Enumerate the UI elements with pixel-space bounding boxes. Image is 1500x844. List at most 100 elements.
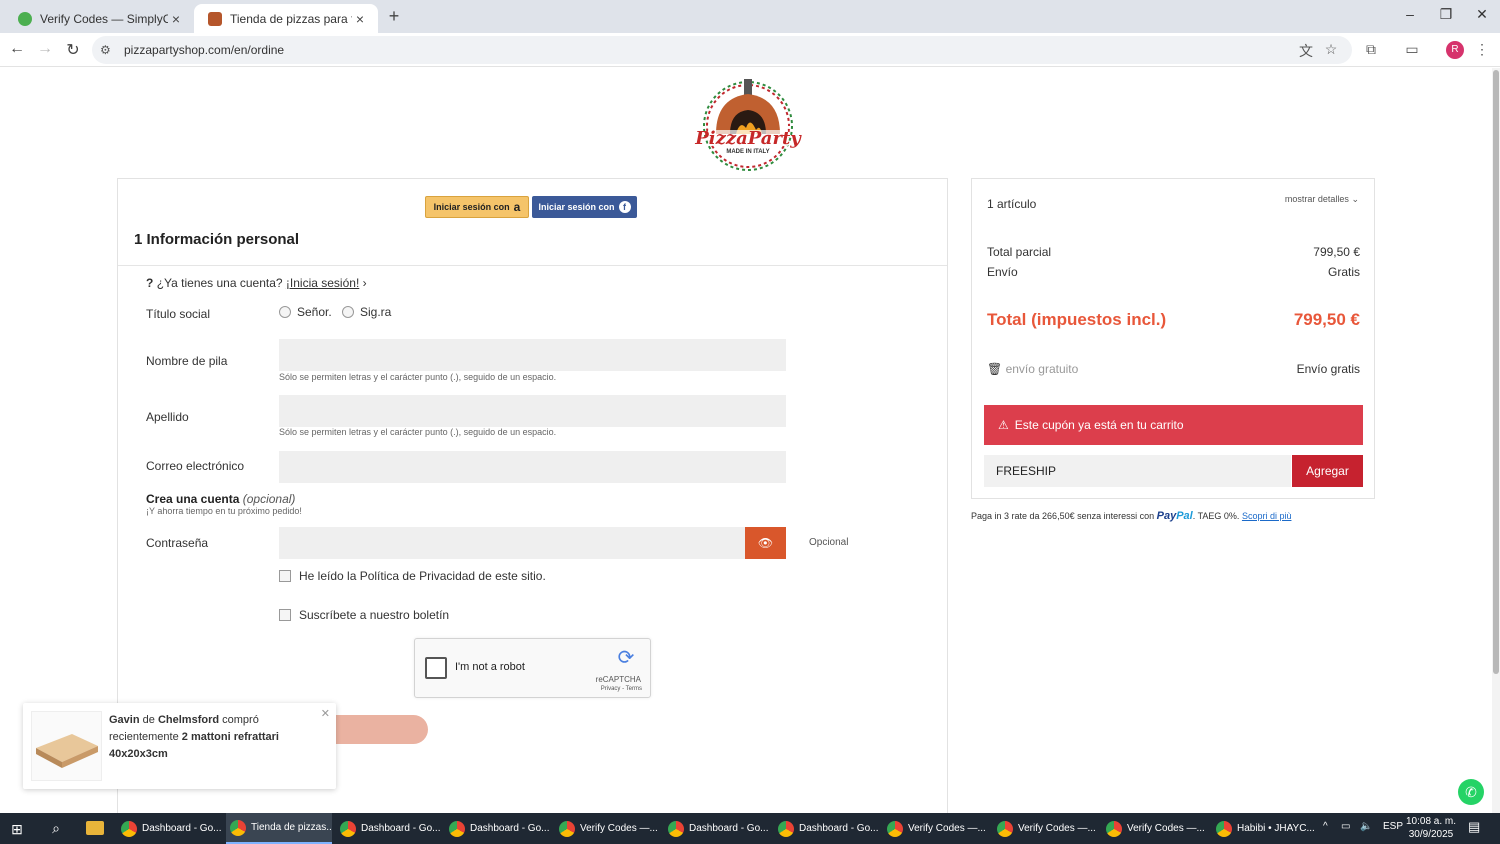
translate-icon[interactable]: 文 — [1296, 41, 1316, 61]
taskbar-app[interactable]: Verify Codes —... — [993, 813, 1099, 844]
taskbar-app[interactable]: Habibi • JHAYC... — [1212, 813, 1318, 844]
scrollbar-thumb[interactable] — [1493, 70, 1499, 674]
taskbar-app-label: Verify Codes —... — [908, 823, 986, 834]
radio-senor[interactable]: Señor. — [279, 305, 332, 319]
shipping-label: Envío — [987, 265, 1018, 279]
close-window-icon[interactable]: ✕ — [1467, 6, 1497, 23]
taskbar-app[interactable]: Dashboard - Go... — [336, 813, 442, 844]
privacy-checkbox[interactable] — [279, 570, 291, 582]
privacy-checkbox-row[interactable]: He leído la Política de Privacidad de es… — [279, 569, 546, 583]
windows-start-icon[interactable]: ⊞ — [8, 820, 26, 838]
paypal-learn-more-link[interactable]: Scopri di più — [1242, 511, 1292, 521]
paypal-taeg: . TAEG 0%. — [1192, 511, 1240, 521]
recaptcha-label: I'm not a robot — [455, 661, 525, 673]
login-link[interactable]: ¡Inicia sesión! — [286, 276, 359, 290]
shipping-value: Gratis — [1327, 265, 1360, 279]
pizza-party-logo[interactable]: PizzaParty MADE IN ITALY — [680, 76, 816, 172]
recaptcha-checkbox[interactable] — [425, 657, 447, 679]
site-info-icon[interactable]: ⚙ — [100, 43, 116, 57]
email-field[interactable] — [279, 451, 786, 483]
privacy-label: He leído la Política de Privacidad de es… — [299, 569, 546, 583]
paypal-logo-icon: PayPal — [1157, 510, 1193, 522]
network-icon[interactable]: ▭ — [1341, 821, 1350, 832]
file-explorer-icon[interactable] — [86, 821, 104, 835]
close-tab-icon[interactable]: × — [168, 11, 184, 27]
radio-circle[interactable] — [279, 306, 291, 318]
item-count: 1 artículo — [987, 197, 1037, 211]
chrome-icon — [230, 819, 246, 836]
media-icon[interactable]: ▭ — [1402, 41, 1422, 58]
pizza-favicon-icon — [208, 11, 222, 26]
extensions-icon[interactable]: ⧉ — [1361, 41, 1381, 58]
taskbar-app-label: Dashboard - Go... — [470, 823, 550, 834]
taskbar-app[interactable]: Tienda de pizzas... — [226, 813, 332, 844]
system-clock[interactable]: 10:08 a. m. 30/9/2025 — [1400, 815, 1462, 841]
chrome-icon — [778, 820, 794, 837]
password-field[interactable] — [279, 527, 745, 559]
first-name-field[interactable] — [279, 339, 786, 371]
product-image[interactable] — [31, 711, 102, 781]
forward-icon[interactable]: → — [35, 40, 55, 58]
last-name-label: Apellido — [146, 410, 189, 424]
subtotal-row: Total parcial 799,50 € — [987, 245, 1360, 259]
back-icon[interactable]: ← — [7, 40, 27, 58]
new-tab-icon[interactable]: + — [384, 6, 404, 27]
recaptcha-terms[interactable]: Privacy - Terms — [601, 686, 642, 692]
total-label: Total (impuestos incl.) — [987, 310, 1167, 329]
page-scrollbar[interactable] — [1492, 68, 1500, 813]
create-account-text: Crea una cuenta — [146, 492, 240, 506]
buyer-city: Chelmsford — [157, 714, 220, 726]
tray-chevron-up-icon[interactable]: ^ — [1323, 821, 1328, 832]
newsletter-checkbox[interactable] — [279, 609, 291, 621]
show-details-toggle[interactable]: mostrar detalles ⌄ — [1285, 194, 1359, 205]
facebook-login-button[interactable]: Iniciar sesión con f — [532, 196, 637, 218]
coupon-input[interactable]: FREESHIP — [984, 455, 1291, 487]
reload-icon[interactable]: ↻ — [63, 40, 83, 60]
paypal-text: Paga in 3 rate da 266,50€ senza interess… — [971, 511, 1155, 521]
taskbar-app[interactable]: Dashboard - Go... — [117, 813, 223, 844]
taskbar-app[interactable]: Verify Codes —... — [555, 813, 661, 844]
create-account-heading: Crea una cuenta (opcional) — [146, 492, 295, 506]
bookmark-star-icon[interactable]: ☆ — [1321, 41, 1341, 58]
menu-icon[interactable]: ⋮ — [1472, 41, 1492, 58]
facebook-icon: f — [618, 201, 631, 213]
tab-title: Tienda de pizzas para fiestas — [230, 11, 352, 26]
first-name-label: Nombre de pila — [146, 354, 228, 368]
newsletter-checkbox-row[interactable]: Suscríbete a nuestro boletín — [279, 608, 449, 622]
taskbar-app-label: Verify Codes —... — [1127, 823, 1205, 834]
paypal-installments: Paga in 3 rate da 266,50€ senza interess… — [971, 510, 1291, 522]
taskbar-app[interactable]: Verify Codes —... — [1102, 813, 1208, 844]
amazon-login-button[interactable]: Iniciar sesión con a — [425, 196, 529, 218]
taskbar-app[interactable]: Dashboard - Go... — [664, 813, 770, 844]
restore-icon[interactable]: ❐ — [1431, 6, 1461, 23]
recaptcha-logo-icon: ⟳ — [617, 647, 635, 669]
eye-icon: 👁 — [757, 536, 774, 550]
optional-label: Opcional — [809, 537, 849, 548]
url-text: pizzapartyshop.com/en/ordine — [124, 43, 285, 57]
trash-icon[interactable]: 🗑 — [987, 362, 1002, 376]
whatsapp-icon[interactable]: ✆ — [1458, 779, 1484, 805]
search-icon[interactable]: ⌕ — [46, 820, 66, 838]
radio-circle[interactable] — [342, 306, 354, 318]
profile-avatar[interactable]: R — [1446, 41, 1464, 59]
shipping-row: Envío Gratis — [987, 265, 1360, 279]
taskbar-app[interactable]: Verify Codes —... — [883, 813, 989, 844]
radio-signora[interactable]: Sig.ra — [342, 305, 391, 319]
add-coupon-button[interactable]: Agregar — [1292, 455, 1363, 487]
close-tab-icon[interactable]: × — [352, 11, 368, 27]
last-name-hint: Sólo se permiten letras y el carácter pu… — [279, 427, 557, 437]
close-popup-icon[interactable]: ✕ — [321, 707, 330, 720]
notifications-icon[interactable]: ▤ — [1468, 819, 1480, 835]
address-bar[interactable]: ⚙ pizzapartyshop.com/en/ordine — [92, 36, 1352, 64]
minimize-icon[interactable]: – — [1395, 6, 1425, 22]
tab-pizza-shop[interactable]: Tienda de pizzas para fiestas × — [194, 4, 378, 33]
last-name-field[interactable] — [279, 395, 786, 427]
total-value: 799,50 € — [1293, 310, 1360, 329]
volume-icon[interactable]: 🔈 — [1360, 821, 1372, 832]
taskbar-app[interactable]: Dashboard - Go... — [445, 813, 551, 844]
tab-verify-codes[interactable]: Verify Codes — SimplyCodes × — [4, 4, 194, 33]
taskbar-app[interactable]: Dashboard - Go... — [774, 813, 880, 844]
free-shipping-row: 🗑 envío gratuito Envío gratis — [987, 362, 1360, 376]
show-password-button[interactable]: 👁 — [745, 527, 786, 559]
taskbar-app-label: Verify Codes —... — [580, 823, 658, 834]
